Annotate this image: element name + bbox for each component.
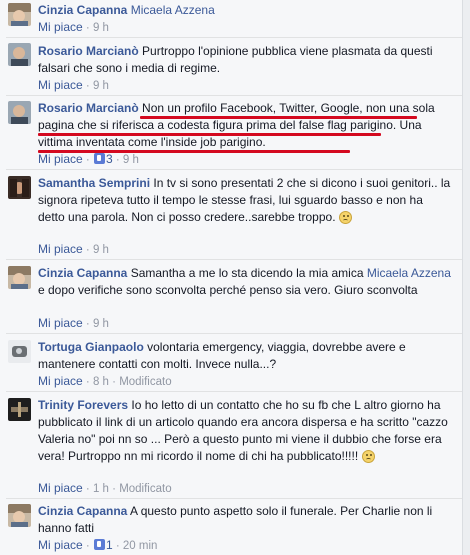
comment-author[interactable]: Cinzia Capanna — [38, 504, 127, 518]
comment-time[interactable]: 9 h — [93, 80, 109, 92]
comment-time[interactable]: 1 h — [93, 483, 109, 495]
divider — [6, 498, 464, 499]
like-link[interactable]: Mi piace — [38, 481, 83, 495]
comment-text: Cinzia Capanna Micaela Azzena — [38, 2, 452, 19]
avatar[interactable] — [8, 101, 31, 124]
comment-message: Samantha a me lo sta dicendo la mia amic… — [130, 266, 364, 280]
divider — [6, 169, 464, 170]
modified-label[interactable]: Modificato — [119, 483, 171, 495]
comment-meta: Mi piace · 3 · 9 h — [38, 152, 139, 167]
comment-meta: Mi piace · 9 h — [38, 316, 109, 331]
avatar[interactable] — [8, 504, 31, 527]
comment-time[interactable]: 20 min — [123, 540, 158, 552]
divider — [6, 95, 464, 96]
like-link[interactable]: Mi piace — [38, 316, 83, 330]
divider — [6, 37, 464, 38]
meta-separator: · — [85, 80, 90, 92]
avatar[interactable] — [8, 3, 31, 26]
avatar[interactable] — [8, 176, 31, 199]
comment-meta: Mi piace · 1 h · Modificato — [38, 481, 172, 496]
meta-separator: · — [112, 483, 116, 495]
comment-time[interactable]: 8 h — [93, 376, 109, 388]
comment-text: Rosario Marcianò Non un profilo Facebook… — [38, 100, 452, 151]
meta-separator: · — [112, 376, 116, 388]
red-underline — [38, 133, 381, 136]
comment-time[interactable]: 9 h — [123, 154, 139, 166]
comment-meta: Mi piace · 9 h — [38, 78, 109, 93]
comment-author[interactable]: Cinzia Capanna — [38, 266, 127, 280]
avatar[interactable] — [8, 266, 31, 289]
avatar[interactable] — [8, 398, 31, 421]
avatar[interactable] — [8, 340, 31, 363]
comment-meta: Mi piace · 9 h — [38, 20, 109, 35]
meta-separator: · — [85, 376, 90, 388]
sad-face-icon — [361, 450, 375, 463]
comment-text: Samantha Semprini In tv si sono presenta… — [38, 175, 452, 226]
meta-separator: · — [115, 154, 120, 166]
comment-author[interactable]: Cinzia Capanna — [38, 3, 127, 17]
like-link[interactable]: Mi piace — [38, 538, 83, 552]
like-link[interactable]: Mi piace — [38, 20, 83, 34]
comment-time[interactable]: 9 h — [93, 318, 109, 330]
sad-face-icon — [338, 211, 352, 224]
meta-separator: · — [85, 483, 90, 495]
comment-time[interactable]: 9 h — [93, 22, 109, 34]
divider — [6, 333, 464, 334]
comment-text: Rosario Marcianò Purtroppo l'opinione pu… — [38, 43, 452, 77]
comment-author[interactable]: Rosario Marcianò — [38, 101, 139, 115]
meta-separator: · — [115, 540, 120, 552]
like-link[interactable]: Mi piace — [38, 242, 83, 256]
like-count[interactable]: 1 — [106, 538, 113, 552]
scrollbar[interactable] — [462, 0, 470, 555]
like-link[interactable]: Mi piace — [38, 152, 83, 166]
divider — [6, 259, 464, 260]
mention-link[interactable]: Micaela Azzena — [131, 3, 215, 17]
modified-label[interactable]: Modificato — [119, 376, 171, 388]
comment-meta: Mi piace · 8 h · Modificato — [38, 374, 172, 389]
like-count[interactable]: 3 — [106, 152, 113, 166]
thumbs-up-icon[interactable] — [93, 153, 105, 164]
comment-meta: Mi piace · 1 · 20 min — [38, 538, 157, 553]
comment-text: Cinzia Capanna Samantha a me lo sta dice… — [38, 265, 452, 299]
comment-author[interactable]: Trinity Forevers — [38, 398, 128, 412]
divider — [6, 391, 464, 392]
mention-link[interactable]: Micaela Azzena — [367, 266, 451, 280]
comment-thread: Cinzia Capanna Micaela Azzena Mi piace ·… — [0, 0, 470, 555]
comment-time[interactable]: 9 h — [93, 244, 109, 256]
meta-separator: · — [85, 244, 90, 256]
comment-text: Cinzia Capanna A questo punto aspetto so… — [38, 503, 452, 537]
like-link[interactable]: Mi piace — [38, 374, 83, 388]
comment-author[interactable]: Samantha Semprini — [38, 176, 150, 190]
comment-text: Trinity Forevers Io ho letto di un conta… — [38, 397, 452, 465]
meta-separator: · — [85, 22, 90, 34]
meta-separator: · — [85, 540, 90, 552]
comment-text: Tortuga Gianpaolo volontaria emergency, … — [38, 339, 452, 373]
red-underline — [140, 116, 417, 119]
meta-separator: · — [85, 154, 90, 166]
comment-author[interactable]: Tortuga Gianpaolo — [38, 340, 144, 354]
comment-author[interactable]: Rosario Marcianò — [38, 44, 139, 58]
comment-message-tail: e dopo verifiche sono sconvolta perché p… — [38, 283, 418, 297]
like-link[interactable]: Mi piace — [38, 78, 83, 92]
comment-meta: Mi piace · 9 h — [38, 242, 109, 257]
avatar[interactable] — [8, 43, 31, 66]
thumbs-up-icon[interactable] — [93, 539, 105, 550]
meta-separator: · — [85, 318, 90, 330]
